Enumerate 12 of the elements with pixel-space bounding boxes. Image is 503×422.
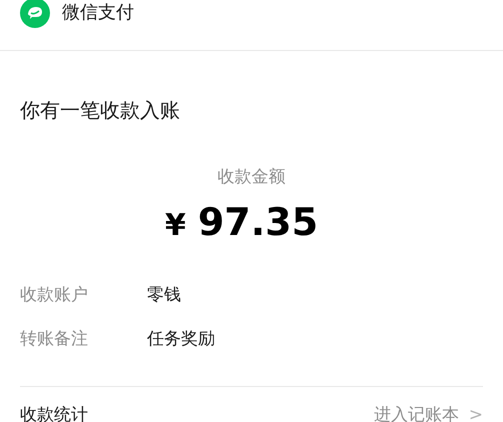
field-value: 任务奖励: [147, 328, 215, 351]
chat-bubble-icon: [20, 0, 50, 28]
field-label: 转账备注: [20, 328, 89, 351]
app-title: 微信支付: [62, 1, 134, 25]
field-label: 收款账户: [20, 284, 89, 307]
statistics-label: 收款统计: [20, 404, 88, 422]
field-value: 零钱: [147, 284, 181, 307]
message-title: 你有一笔收款入账: [20, 98, 180, 122]
amount-value: 97.35: [198, 202, 318, 240]
currency-symbol: ¥: [164, 206, 186, 244]
ledger-link[interactable]: 进入记账本 >: [374, 402, 483, 422]
amount-label: 收款金额: [218, 166, 286, 189]
